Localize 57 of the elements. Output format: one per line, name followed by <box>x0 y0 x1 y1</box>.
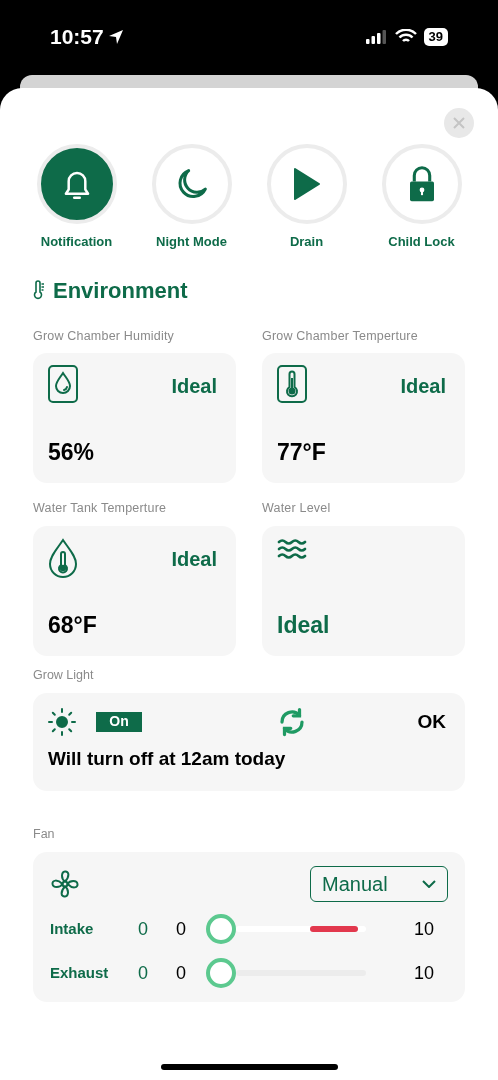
section-label: Fan <box>33 826 56 844</box>
battery-indicator: 39 <box>423 28 448 46</box>
waves-icon <box>277 538 307 560</box>
lock-icon <box>407 166 436 202</box>
thermometer-icon <box>277 365 307 404</box>
alert-segment <box>310 926 358 932</box>
section-label: Grow Light <box>33 667 95 684</box>
fan-current-value: 0 <box>176 961 187 985</box>
close-icon <box>453 117 465 129</box>
sensor-value: 68°F <box>48 610 98 640</box>
sensor-label: Water Tank Temperture <box>33 500 168 518</box>
status-badge: On <box>96 711 142 732</box>
location-arrow-icon <box>107 29 124 45</box>
fan-setting-value: 0 <box>138 917 149 941</box>
slider-thumb[interactable] <box>206 914 236 944</box>
sensor-label: Grow Chamber Temperture <box>262 327 419 345</box>
quick-action-label: Notification <box>40 233 113 251</box>
sensor-status: Ideal <box>171 374 217 400</box>
thermometer-drop-icon <box>48 538 78 578</box>
mode-dropdown[interactable]: Manual <box>310 866 448 902</box>
clock-time: 10:57 <box>50 24 104 51</box>
close-button[interactable] <box>444 108 474 138</box>
light-status: OK <box>417 709 446 734</box>
sun-icon <box>48 707 76 736</box>
fan-current-value: 0 <box>176 917 187 941</box>
play-icon <box>292 167 321 201</box>
refresh-button[interactable] <box>277 706 307 737</box>
quick-action-button[interactable]: Drain <box>249 144 364 252</box>
fan-channel-label: Exhaust <box>50 962 110 983</box>
quick-action-label: Child Lock <box>388 233 455 251</box>
quick-action-button[interactable]: Notification <box>19 144 134 252</box>
quick-action-label: Drain <box>289 233 324 251</box>
water-drop-icon <box>48 365 78 404</box>
signal-icon <box>365 30 388 44</box>
slider-max-value: 10 <box>413 961 434 985</box>
sensor-value: 77°F <box>277 437 327 467</box>
fan-channel-label: Intake <box>50 918 95 939</box>
sensor-status: Ideal <box>171 547 217 572</box>
slider-thumb[interactable] <box>206 958 236 988</box>
fan-setting-value: 0 <box>138 961 149 985</box>
fan-icon <box>50 869 80 899</box>
quick-action-button[interactable]: Night Mode <box>134 144 249 252</box>
light-schedule-text: Will turn off at 12am today <box>48 746 287 771</box>
quick-action-label: Night Mode <box>156 233 227 251</box>
slider-max-value: 10 <box>413 917 434 941</box>
sensor-status: Ideal <box>400 374 446 400</box>
slider[interactable] <box>206 958 366 988</box>
refresh-icon <box>277 706 307 737</box>
sensor-label: Water Level <box>262 500 332 518</box>
sensor-value: 56% <box>48 437 96 467</box>
slider[interactable] <box>206 914 366 944</box>
thermometer-icon <box>33 280 45 300</box>
quick-action-button[interactable]: Child Lock <box>364 144 479 252</box>
sensor-label: Grow Chamber Humidity <box>33 327 176 345</box>
chevron-down-icon <box>422 880 436 888</box>
sensor-value: Ideal <box>277 610 331 640</box>
section-title: Environment <box>53 276 188 305</box>
